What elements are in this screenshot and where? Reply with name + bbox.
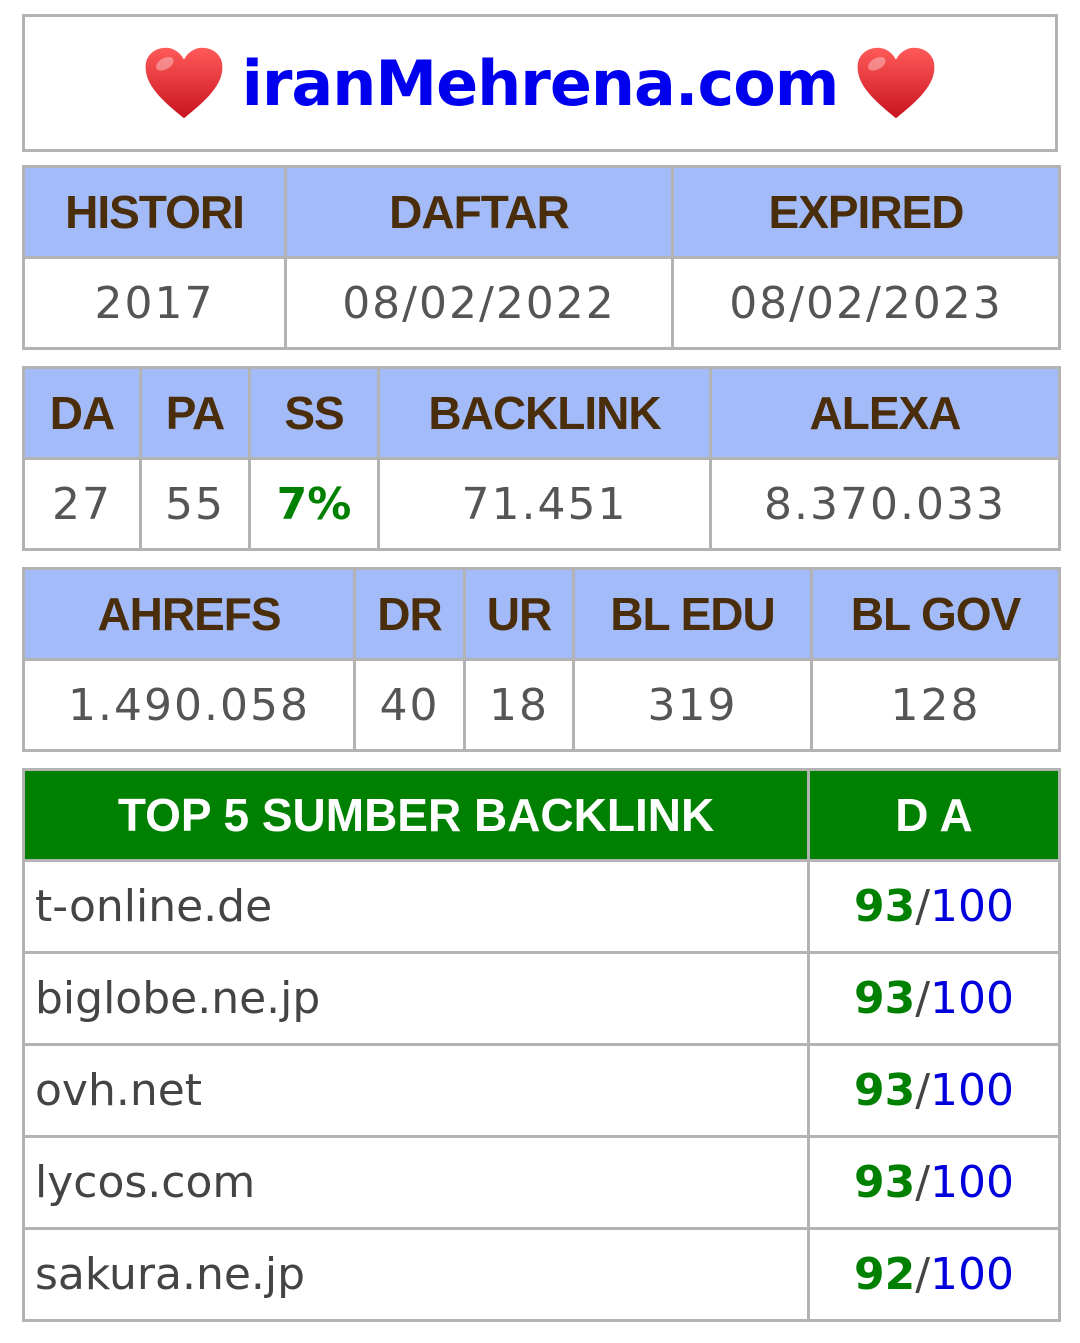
- da-score-cell: 93/100: [807, 1135, 1061, 1230]
- da-separator: /: [915, 881, 931, 932]
- backlink-source[interactable]: sakura.ne.jp: [22, 1227, 810, 1322]
- value-ur: 18: [463, 658, 575, 752]
- value-backlink: 71.451: [377, 457, 712, 551]
- top-backlinks-header-row: TOP 5 SUMBER BACKLINK D A: [22, 768, 1061, 862]
- da-score: 93: [853, 881, 916, 932]
- da-max: 100: [930, 1157, 1015, 1208]
- value-pa: 55: [139, 457, 251, 551]
- header-histori: HISTORI: [22, 165, 287, 259]
- da-score: 92: [853, 1249, 916, 1300]
- header-expired: EXPIRED: [671, 165, 1061, 259]
- da-separator: /: [915, 1157, 931, 1208]
- value-ss: 7%: [248, 457, 380, 551]
- header-alexa: ALEXA: [709, 366, 1061, 460]
- table-row: ovh.net 93/100: [22, 1043, 1061, 1138]
- da-max: 100: [930, 973, 1015, 1024]
- header-ur: UR: [463, 567, 575, 661]
- top-backlinks-table: TOP 5 SUMBER BACKLINK D A t-online.de 93…: [22, 768, 1061, 1322]
- da-separator: /: [915, 973, 931, 1024]
- da-max: 100: [930, 881, 1015, 932]
- history-header-row: HISTORI DAFTAR EXPIRED: [22, 165, 1061, 259]
- da-score-cell: 93/100: [807, 951, 1061, 1046]
- site-title[interactable]: iranMehrena.com: [242, 47, 840, 120]
- value-bl-edu: 319: [572, 658, 813, 752]
- header-backlink: BACKLINK: [377, 366, 712, 460]
- table-row: sakura.ne.jp 92/100: [22, 1227, 1061, 1322]
- value-bl-gov: 128: [810, 658, 1061, 752]
- header-top-sources: TOP 5 SUMBER BACKLINK: [22, 768, 810, 862]
- history-value-row: 2017 08/02/2022 08/02/2023: [22, 256, 1061, 350]
- value-alexa: 8.370.033: [709, 457, 1061, 551]
- header-dr: DR: [353, 567, 466, 661]
- da-separator: /: [915, 1065, 931, 1116]
- header-ss: SS: [248, 366, 380, 460]
- backlink-source[interactable]: t-online.de: [22, 859, 810, 954]
- header-bl-gov: BL GOV: [810, 567, 1061, 661]
- metrics-header-row: DA PA SS BACKLINK ALEXA: [22, 366, 1061, 460]
- ahrefs-table: AHREFS DR UR BL EDU BL GOV 1.490.058 40 …: [22, 567, 1061, 752]
- da-score-cell: 92/100: [807, 1227, 1061, 1322]
- table-row: lycos.com 93/100: [22, 1135, 1061, 1230]
- header-daftar: DAFTAR: [284, 165, 674, 259]
- header-pa: PA: [139, 366, 251, 460]
- da-max: 100: [930, 1065, 1015, 1116]
- heart-icon: [145, 47, 222, 119]
- metrics-value-row: 27 55 7% 71.451 8.370.033: [22, 457, 1061, 551]
- value-da: 27: [22, 457, 142, 551]
- backlink-source[interactable]: ovh.net: [22, 1043, 810, 1138]
- da-score: 93: [853, 1065, 916, 1116]
- backlink-source[interactable]: lycos.com: [22, 1135, 810, 1230]
- ahrefs-value-row: 1.490.058 40 18 319 128: [22, 658, 1061, 752]
- history-table: HISTORI DAFTAR EXPIRED 2017 08/02/2022 0…: [22, 165, 1061, 350]
- value-dr: 40: [353, 658, 466, 752]
- value-expired: 08/02/2023: [671, 256, 1061, 350]
- header-da: DA: [22, 366, 142, 460]
- heart-icon: [857, 47, 935, 119]
- value-ahrefs: 1.490.058: [22, 658, 356, 752]
- metrics-table: DA PA SS BACKLINK ALEXA 27 55 7% 71.451 …: [22, 366, 1061, 551]
- value-daftar: 08/02/2022: [284, 256, 674, 350]
- table-row: biglobe.ne.jp 93/100: [22, 951, 1061, 1046]
- da-separator: /: [915, 1249, 931, 1300]
- value-histori: 2017: [22, 256, 287, 350]
- da-max: 100: [930, 1249, 1015, 1300]
- title-box: iranMehrena.com: [22, 14, 1058, 152]
- da-score-cell: 93/100: [807, 1043, 1061, 1138]
- header-ahrefs: AHREFS: [22, 567, 356, 661]
- header-bl-edu: BL EDU: [572, 567, 813, 661]
- backlink-source[interactable]: biglobe.ne.jp: [22, 951, 810, 1046]
- da-score: 93: [853, 973, 916, 1024]
- page: iranMehrena.com HISTORI DAFTAR EXPIRED 2…: [0, 0, 1080, 1343]
- ahrefs-header-row: AHREFS DR UR BL EDU BL GOV: [22, 567, 1061, 661]
- da-score: 93: [853, 1157, 916, 1208]
- table-row: t-online.de 93/100: [22, 859, 1061, 954]
- header-da-score: D A: [807, 768, 1061, 862]
- da-score-cell: 93/100: [807, 859, 1061, 954]
